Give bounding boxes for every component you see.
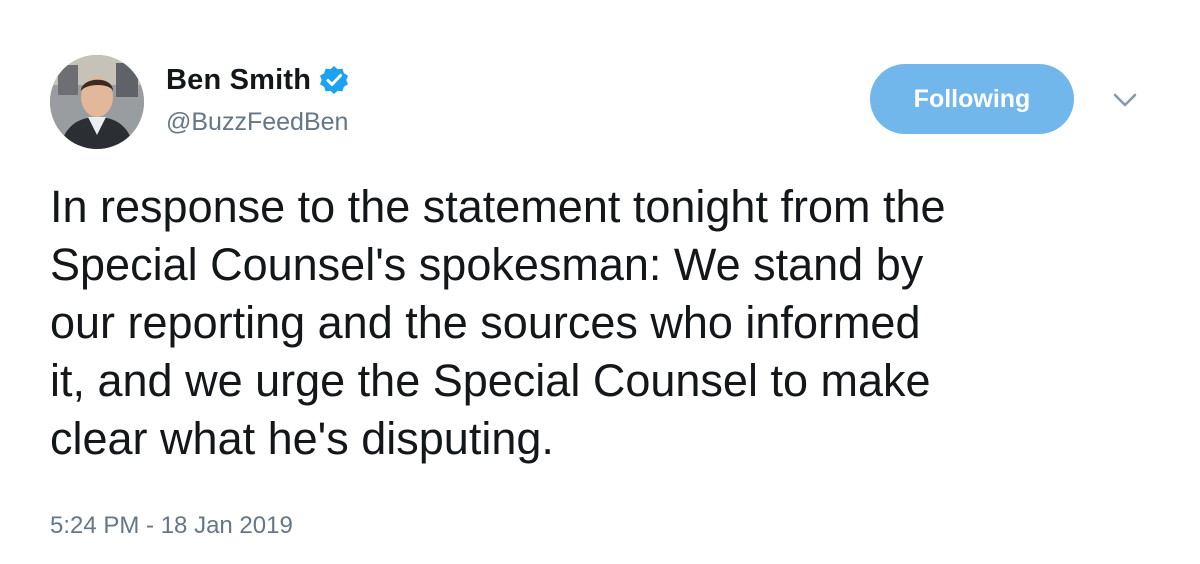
author-display-name[interactable]: Ben Smith [166,64,311,97]
following-button[interactable]: Following [870,64,1074,134]
tweet-timestamp[interactable]: 5:24 PM - 18 Jan 2019 [50,512,293,540]
avatar[interactable] [50,55,144,149]
author-handle[interactable]: @BuzzFeedBen [166,108,348,137]
author-name-row: Ben Smith [166,60,349,100]
avatar-photo [50,55,144,149]
tweet-text: In response to the statement tonight fro… [50,181,946,464]
verified-badge-icon [319,65,349,95]
chevron-down-icon[interactable] [1110,88,1140,112]
